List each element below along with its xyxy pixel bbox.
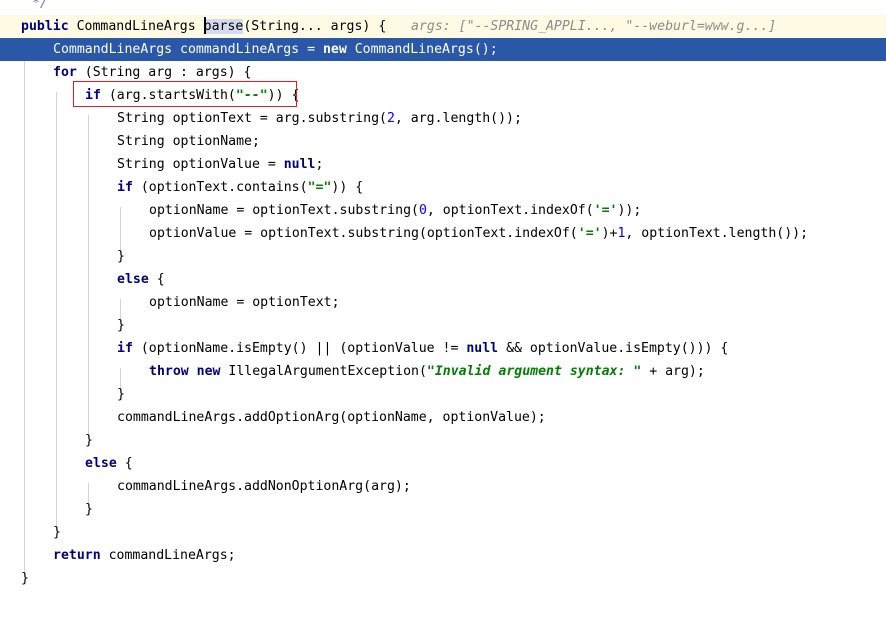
code-text: )) { <box>267 88 300 103</box>
code-line[interactable]: } <box>0 314 886 337</box>
code-line[interactable]: else { <box>0 452 886 475</box>
code-line[interactable]: if (optionName.isEmpty() || (optionValue… <box>0 337 886 360</box>
code-text: { <box>116 456 133 471</box>
code-line[interactable]: String optionName; <box>0 130 886 153</box>
text-caret <box>203 16 206 34</box>
code-text: commandLineArgs.addNonOptionArg(arg); <box>117 479 411 494</box>
code-text: )+ <box>601 226 618 241</box>
code-text: optionValue = optionText.substring(optio… <box>149 226 578 241</box>
code-editor[interactable]: */ public CommandLineArgs parse(String..… <box>0 0 886 599</box>
keyword-null: null <box>466 341 499 356</box>
keyword-if: if <box>85 88 101 103</box>
keyword-if: if <box>117 180 133 195</box>
number-literal: 2 <box>386 111 395 126</box>
code-line[interactable]: String optionValue = null; <box>0 153 886 176</box>
code-text: { <box>148 272 165 287</box>
closing-brace: } <box>85 433 93 448</box>
code-text: , optionText.indexOf( <box>426 203 594 218</box>
inline-debug-hint: args: ["--SPRING_APPLI..., "--weburl=www… <box>411 19 777 34</box>
code-line[interactable]: optionValue = optionText.substring(optio… <box>0 222 886 245</box>
code-text: (arg.startsWith( <box>100 88 236 103</box>
closing-brace: } <box>21 571 29 586</box>
code-line[interactable]: commandLineArgs.addNonOptionArg(arg); <box>0 475 886 498</box>
code-text: && optionValue.isEmpty())) { <box>498 341 729 356</box>
keyword-new: new <box>322 42 347 57</box>
code-line[interactable]: optionName = optionText; <box>0 291 886 314</box>
code-line[interactable]: String optionText = arg.substring(2, arg… <box>0 107 886 130</box>
code-line-selected[interactable]: CommandLineArgs commandLineArgs = new Co… <box>0 38 886 61</box>
code-line[interactable]: } <box>0 521 886 544</box>
code-line[interactable]: } <box>0 567 886 590</box>
code-text: String optionValue = <box>117 157 284 172</box>
code-line[interactable]: */ <box>0 0 886 15</box>
variable-declaration: CommandLineArgs commandLineArgs = <box>53 42 323 57</box>
code-text: (String arg : args) { <box>76 65 252 80</box>
code-line[interactable]: } <box>0 383 886 406</box>
closing-brace: } <box>53 525 61 540</box>
code-text: commandLineArgs; <box>100 548 236 563</box>
code-text: + arg); <box>641 364 705 379</box>
keyword-return: return <box>53 548 101 563</box>
string-literal: "--" <box>235 88 268 103</box>
code-line[interactable]: } <box>0 245 886 268</box>
code-line-method-signature[interactable]: public CommandLineArgs parse(String... a… <box>0 15 886 38</box>
number-literal: 0 <box>418 203 427 218</box>
string-literal: "=" <box>307 180 332 195</box>
code-text: (optionName.isEmpty() || (optionValue != <box>132 341 467 356</box>
code-line[interactable]: else { <box>0 268 886 291</box>
comment-text: */ <box>32 0 48 11</box>
method-name-parse[interactable]: parse <box>203 19 244 34</box>
string-literal: "Invalid argument syntax: " <box>426 364 642 379</box>
keyword-if: if <box>117 341 133 356</box>
code-text: optionName = optionText.substring( <box>149 203 419 218</box>
char-literal: '=' <box>577 226 602 241</box>
constructor-call: CommandLineArgs(); <box>346 42 498 57</box>
code-text: optionName = optionText; <box>149 295 340 310</box>
return-type: CommandLineArgs <box>76 19 204 34</box>
closing-brace: } <box>85 502 93 517</box>
closing-brace: } <box>117 318 125 333</box>
method-params: (String... args) { <box>243 19 387 34</box>
code-text: )) { <box>331 180 364 195</box>
code-text: commandLineArgs.addOptionArg(optionName,… <box>117 410 546 425</box>
code-line[interactable]: commandLineArgs.addOptionArg(optionName,… <box>0 406 886 429</box>
char-literal: '=' <box>593 203 618 218</box>
keyword-for: for <box>53 65 77 80</box>
code-line[interactable]: for (String arg : args) { <box>0 61 886 84</box>
code-text: (optionText.contains( <box>132 180 308 195</box>
closing-brace: } <box>117 249 125 264</box>
closing-brace: } <box>117 387 125 402</box>
code-line[interactable]: if (optionText.contains("=")) { <box>0 176 886 199</box>
code-text: ; <box>315 157 324 172</box>
code-line[interactable]: optionName = optionText.substring(0, opt… <box>0 199 886 222</box>
keyword-null: null <box>283 157 316 172</box>
code-line[interactable]: throw new IllegalArgumentException("Inva… <box>0 360 886 383</box>
code-text: IllegalArgumentException( <box>220 364 427 379</box>
code-line[interactable]: } <box>0 429 886 452</box>
keyword-throw: throw <box>149 364 189 379</box>
code-line[interactable]: if (arg.startsWith("--")) { <box>0 84 886 107</box>
code-line[interactable]: } <box>0 498 886 521</box>
keyword-public: public <box>21 19 69 34</box>
code-text: , arg.length()); <box>394 111 522 126</box>
keyword-else: else <box>117 272 149 287</box>
code-text: String optionName; <box>117 134 260 149</box>
keyword-else: else <box>85 456 117 471</box>
code-line[interactable]: return commandLineArgs; <box>0 544 886 567</box>
keyword-new: new <box>196 364 221 379</box>
code-text: String optionText = arg.substring( <box>117 111 387 126</box>
code-text: , optionText.length()); <box>625 226 809 241</box>
code-text: )); <box>617 203 642 218</box>
